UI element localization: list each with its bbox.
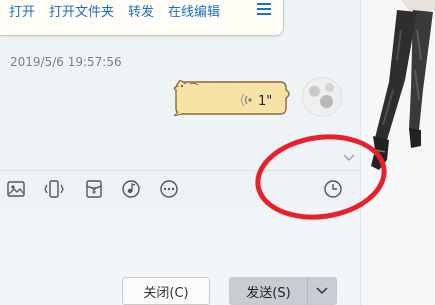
more-icon[interactable]: [159, 179, 179, 199]
open-folder-link[interactable]: 打开文件夹: [49, 1, 114, 20]
forward-link[interactable]: 转发: [128, 1, 154, 20]
voice-message-bubble[interactable]: [172, 80, 290, 116]
send-options-button[interactable]: [307, 277, 337, 305]
voice-duration: 1": [258, 94, 273, 109]
voice-wave-icon: [240, 93, 252, 107]
chevron-down-icon: [316, 287, 328, 295]
music-icon[interactable]: [121, 179, 141, 199]
shake-icon[interactable]: [44, 179, 64, 199]
message-timestamp: 2019/5/6 19:57:56: [10, 55, 122, 69]
file-actions: 打开 打开文件夹 转发 在线编辑: [9, 1, 220, 20]
hamburger-menu-icon[interactable]: [257, 3, 271, 15]
red-packet-icon[interactable]: [84, 179, 104, 199]
open-link[interactable]: 打开: [9, 1, 35, 20]
close-button[interactable]: 关闭(C): [122, 277, 210, 305]
file-message-bubble: 打开 打开文件夹 转发 在线编辑: [0, 0, 284, 36]
avatar[interactable]: [302, 77, 342, 117]
send-button[interactable]: 发送(S): [229, 277, 307, 305]
online-edit-link[interactable]: 在线编辑: [168, 1, 220, 20]
image-icon[interactable]: [6, 179, 26, 199]
